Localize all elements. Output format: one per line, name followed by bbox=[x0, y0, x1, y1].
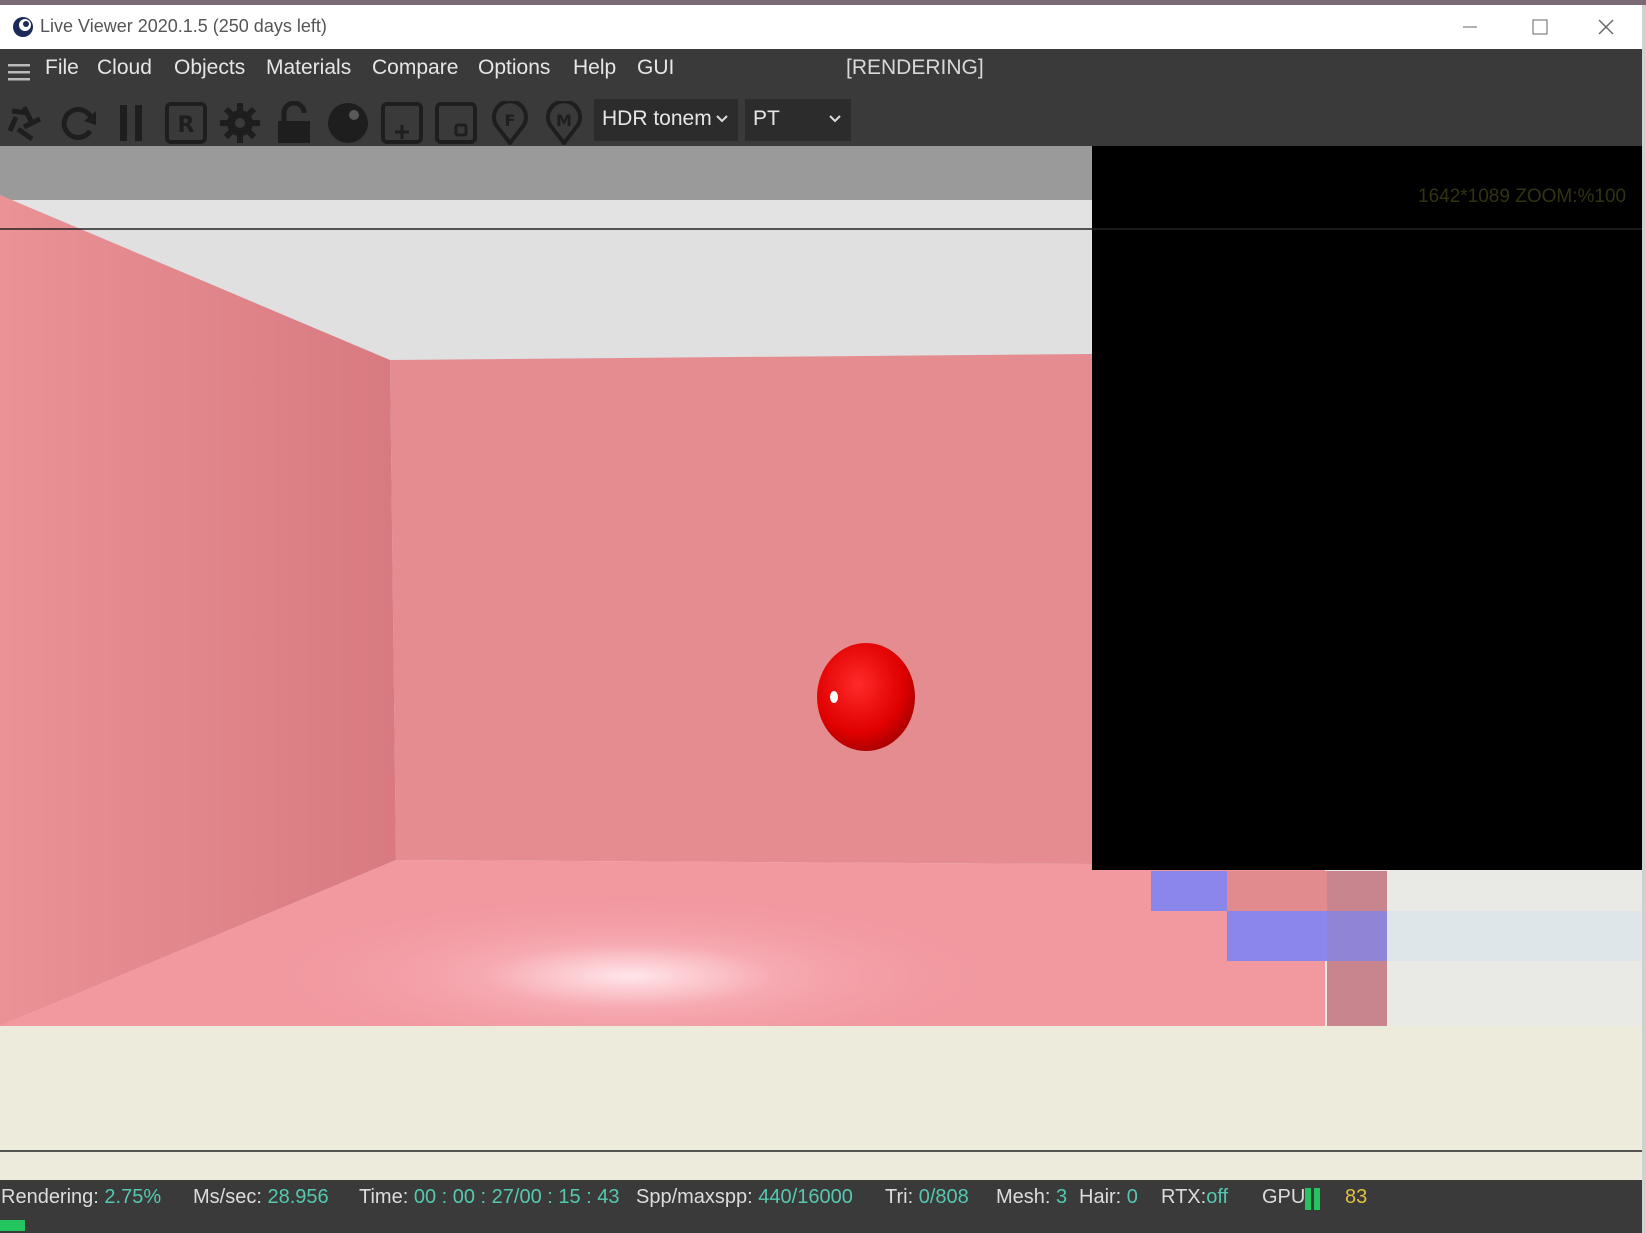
toolbar: R F M HDR tonem PT bbox=[0, 97, 1642, 147]
menu-cloud[interactable]: Cloud bbox=[97, 56, 152, 80]
gpu-label: GPU: bbox=[1262, 1186, 1311, 1208]
rendering-label: Rendering: bbox=[1, 1186, 99, 1208]
gpu-usage-icon bbox=[1305, 1188, 1320, 1210]
hair-stat: Hair: 0 bbox=[1079, 1186, 1138, 1209]
rtx-label: RTX: bbox=[1161, 1186, 1207, 1208]
material-pick-button[interactable]: M bbox=[542, 99, 586, 147]
material-m-icon: M bbox=[546, 99, 582, 147]
tri-value: 0/808 bbox=[918, 1186, 969, 1208]
spp-stat: Spp/maxspp: 440/16000 bbox=[636, 1186, 853, 1209]
render-progress-bar bbox=[0, 1216, 1642, 1233]
render-progress-fill bbox=[0, 1220, 25, 1231]
cinema4d-app-icon bbox=[13, 17, 33, 37]
add-region-button[interactable] bbox=[380, 101, 424, 145]
menu-file[interactable]: File bbox=[45, 56, 79, 80]
chevron-down-icon bbox=[716, 115, 728, 123]
maximize-button[interactable] bbox=[1505, 5, 1575, 49]
rendering-stat: Rendering: 2.75% bbox=[1, 1186, 161, 1209]
maximize-icon bbox=[1532, 19, 1548, 35]
small-region-icon bbox=[435, 102, 477, 144]
window-titlebar: Live Viewer 2020.1.5 (250 days left) bbox=[0, 5, 1642, 49]
lock-icon bbox=[278, 100, 310, 143]
minimize-icon bbox=[1463, 26, 1477, 28]
menu-materials[interactable]: Materials bbox=[266, 56, 351, 80]
add-region-icon bbox=[381, 102, 423, 144]
mssec-label: Ms/sec: bbox=[193, 1186, 262, 1208]
hamburger-menu-icon[interactable] bbox=[8, 62, 30, 82]
minimize-button[interactable] bbox=[1435, 5, 1505, 49]
window-edge bbox=[1642, 5, 1646, 1233]
window-title: Live Viewer 2020.1.5 (250 days left) bbox=[40, 16, 327, 36]
time-stat: Time: 00 : 00 : 27/00 : 15 : 43 bbox=[359, 1186, 620, 1209]
svg-text:M: M bbox=[556, 111, 572, 130]
refresh-icon bbox=[61, 106, 96, 140]
shutter-icon bbox=[7, 105, 42, 142]
render-image bbox=[0, 146, 1642, 1180]
status-bar: Rendering: 2.75% Ms/sec: 28.956 Time: 00… bbox=[0, 1180, 1642, 1216]
close-icon bbox=[1598, 19, 1614, 35]
shutter-button[interactable] bbox=[2, 101, 46, 145]
restart-render-button[interactable] bbox=[56, 101, 100, 145]
sphere-icon bbox=[328, 103, 368, 143]
tonemap-select[interactable]: HDR tonem bbox=[594, 99, 738, 141]
gpu-temperature: 83 bbox=[1345, 1186, 1368, 1208]
menu-bar: File Cloud Objects Materials Compare Opt… bbox=[0, 49, 1642, 97]
spp-label: Spp/maxspp: bbox=[636, 1186, 753, 1208]
time-value: 00 : 00 : 27/00 : 15 : 43 bbox=[413, 1186, 620, 1208]
lock-button[interactable] bbox=[272, 100, 316, 145]
tri-label: Tri: bbox=[885, 1186, 914, 1208]
svg-text:F: F bbox=[505, 111, 516, 130]
mesh-label: Mesh: bbox=[996, 1186, 1051, 1208]
tri-stat: Tri: 0/808 bbox=[885, 1186, 969, 1209]
hair-label: Hair: bbox=[1079, 1186, 1122, 1208]
pause-icon bbox=[120, 105, 142, 141]
kernel-select-value: PT bbox=[753, 107, 780, 130]
settings-button[interactable] bbox=[218, 101, 262, 145]
pause-button[interactable] bbox=[110, 101, 154, 145]
render-state-label: [RENDERING] bbox=[846, 56, 984, 79]
small-region-button[interactable] bbox=[434, 101, 478, 145]
close-button[interactable] bbox=[1572, 5, 1642, 49]
gear-icon bbox=[220, 103, 260, 143]
menu-compare[interactable]: Compare bbox=[372, 56, 458, 80]
region-r-icon: R bbox=[165, 102, 207, 144]
rendering-value: 2.75% bbox=[104, 1186, 162, 1208]
mesh-stat: Mesh: 3 bbox=[996, 1186, 1067, 1209]
menu-help[interactable]: Help bbox=[573, 56, 616, 80]
spp-value: 440/16000 bbox=[758, 1186, 853, 1208]
mssec-value: 28.956 bbox=[267, 1186, 329, 1208]
mssec-stat: Ms/sec: 28.956 bbox=[193, 1186, 329, 1209]
chevron-down-icon bbox=[829, 115, 841, 123]
menu-gui[interactable]: GUI bbox=[637, 56, 674, 80]
menu-options[interactable]: Options bbox=[478, 56, 550, 80]
region-render-button[interactable]: R bbox=[164, 101, 208, 145]
focus-pick-button[interactable]: F bbox=[488, 99, 532, 147]
time-label: Time: bbox=[359, 1186, 409, 1208]
mesh-value: 3 bbox=[1056, 1186, 1068, 1208]
zoom-info-label: 1642*1089 ZOOM:%100 bbox=[1418, 186, 1627, 207]
kernel-select[interactable]: PT bbox=[745, 99, 851, 141]
material-preview-button[interactable] bbox=[326, 101, 370, 145]
tonemap-select-value: HDR tonem bbox=[602, 107, 712, 130]
menu-objects[interactable]: Objects bbox=[174, 56, 245, 80]
rtx-stat: RTX:off bbox=[1161, 1186, 1228, 1209]
rtx-value: off bbox=[1206, 1186, 1229, 1208]
focus-f-icon: F bbox=[492, 99, 528, 147]
svg-text:R: R bbox=[178, 113, 195, 138]
hair-value: 0 bbox=[1126, 1186, 1138, 1208]
render-viewport[interactable]: 1642*1089 ZOOM:%100 bbox=[0, 146, 1642, 1180]
